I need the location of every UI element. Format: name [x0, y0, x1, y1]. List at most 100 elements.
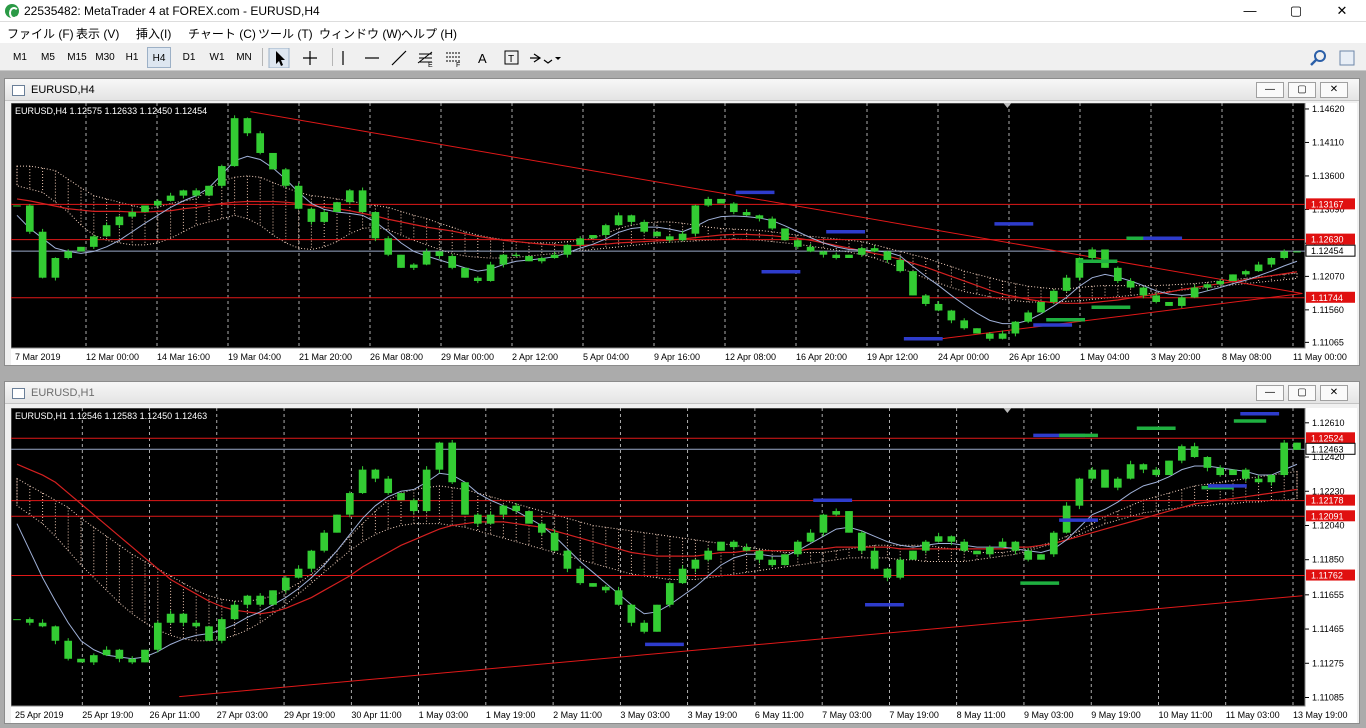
price-label: 1.12454: [1311, 246, 1344, 256]
timeframe-h1[interactable]: H1: [121, 47, 143, 68]
trendline-icon[interactable]: [391, 50, 407, 66]
candle: [883, 251, 892, 260]
candle: [153, 622, 162, 650]
candle: [960, 541, 969, 551]
candle: [1088, 469, 1097, 479]
candle: [896, 259, 905, 272]
candle: [1203, 284, 1212, 288]
candle: [832, 254, 841, 258]
timeframe-m15[interactable]: M15: [64, 47, 90, 68]
candle: [640, 221, 649, 232]
candle: [1126, 280, 1135, 288]
price-label: 1.13167: [1311, 199, 1344, 209]
chart-canvas-h1[interactable]: 25 Apr 2019 25 Apr 19:00 26 Apr 11:00 27 Ap…: [11, 408, 1357, 723]
x-tick-label: 8 May 08:00: [1222, 352, 1272, 362]
candle: [525, 256, 533, 262]
candle: [921, 295, 930, 304]
price-label: 1.11762: [1311, 571, 1343, 581]
label-icon[interactable]: T: [504, 50, 519, 65]
candle: [512, 505, 521, 512]
menu-chart[interactable]: チャート (C): [188, 25, 256, 42]
cursor-icon[interactable]: [268, 48, 290, 68]
chart-window-titlebar: EURUSD,H1 — ▢ ✕: [5, 382, 1359, 404]
x-tick-label: 9 Apr 16:00: [654, 352, 700, 362]
menu-window[interactable]: ウィンドウ (W): [319, 25, 402, 42]
x-tick-label: 26 Mar 08:00: [370, 352, 423, 362]
candle: [768, 218, 777, 229]
candle: [141, 649, 149, 663]
svg-text:E: E: [428, 62, 433, 68]
menu-file[interactable]: ファイル (F): [7, 25, 74, 42]
crosshair-icon[interactable]: [303, 51, 317, 65]
candle: [179, 613, 188, 623]
chart-minimize-button[interactable]: —: [1256, 385, 1284, 401]
candle: [832, 511, 841, 515]
search-icon[interactable]: [1310, 49, 1328, 67]
menu-help[interactable]: ヘルプ (H): [401, 25, 457, 42]
price-label: 1.12524: [1311, 433, 1344, 443]
chart-window-h1[interactable]: EURUSD,H1 — ▢ ✕ 25 Apr 2019 25 Apr 19:00 2…: [4, 381, 1360, 724]
candle: [973, 550, 981, 555]
maximize-button[interactable]: ▢: [1273, 0, 1319, 22]
x-tick-label: 7 May 03:00: [822, 710, 872, 720]
y-tick-label: 1.11560: [1312, 305, 1344, 315]
menu-view[interactable]: 表示 (V): [76, 25, 119, 42]
candle: [1101, 469, 1109, 488]
candle: [1203, 457, 1212, 468]
timeframe-m5[interactable]: M5: [36, 47, 60, 68]
candle: [256, 133, 265, 153]
candle: [77, 246, 85, 252]
chart-window-title: EURUSD,H4: [31, 84, 95, 96]
x-tick-label: 1 May 04:00: [1080, 352, 1130, 362]
candle: [38, 231, 47, 278]
candle: [563, 244, 572, 255]
x-tick-label: 29 Mar 00:00: [441, 352, 494, 362]
candle: [576, 568, 585, 584]
candle: [589, 235, 597, 239]
text-icon[interactable]: A: [478, 51, 487, 66]
candle: [1075, 478, 1084, 506]
minimize-button[interactable]: —: [1227, 0, 1273, 22]
chart-window-h4[interactable]: EURUSD,H4 — ▢ ✕ 7 Mar 2019 12 Mar 00:00 14…: [4, 78, 1360, 366]
fibonacci-icon[interactable]: E: [417, 51, 433, 68]
x-tick-label: 9 May 19:00: [1091, 710, 1141, 720]
candle: [1165, 301, 1173, 306]
candle: [153, 200, 162, 206]
candle: [755, 215, 764, 219]
menu-tools[interactable]: ツール (T): [258, 25, 313, 42]
candle: [985, 333, 994, 339]
timeframe-w1[interactable]: W1: [205, 47, 229, 68]
candle: [448, 442, 457, 483]
candle: [179, 190, 188, 196]
candle: [25, 205, 34, 232]
candle: [473, 514, 482, 524]
candle: [345, 190, 354, 203]
candle: [115, 649, 124, 659]
chart-minimize-button[interactable]: —: [1256, 82, 1284, 98]
candle: [781, 228, 789, 241]
candle: [422, 251, 431, 265]
timeframe-m30[interactable]: M30: [92, 47, 118, 68]
timeframe-h4[interactable]: H4: [147, 47, 171, 68]
channel-icon[interactable]: F: [446, 52, 460, 68]
x-tick-label: 29 Apr 19:00: [284, 710, 335, 720]
expand-panel-icon[interactable]: [1338, 49, 1356, 67]
chart-close-button[interactable]: ✕: [1320, 385, 1348, 401]
chart-maximize-button[interactable]: ▢: [1288, 385, 1316, 401]
candle: [1113, 478, 1122, 488]
timeframe-mn[interactable]: MN: [232, 47, 256, 68]
close-button[interactable]: ✕: [1319, 0, 1365, 22]
candle: [243, 118, 252, 134]
x-tick-label: 7 Mar 2019: [15, 352, 61, 362]
chart-canvas-h4[interactable]: 7 Mar 2019 12 Mar 00:00 14 Mar 16:00 19 Mar…: [11, 103, 1357, 365]
timeframe-d1[interactable]: D1: [177, 47, 201, 68]
candle: [358, 469, 367, 494]
timeframe-m1[interactable]: M1: [8, 47, 32, 68]
arrows-icon[interactable]: [530, 53, 561, 64]
candle: [25, 619, 34, 623]
menu-insert[interactable]: 挿入(I): [136, 25, 171, 42]
chart-close-button[interactable]: ✕: [1320, 82, 1348, 98]
candle: [1280, 251, 1289, 258]
chart-maximize-button[interactable]: ▢: [1288, 82, 1316, 98]
candle: [1190, 287, 1199, 298]
